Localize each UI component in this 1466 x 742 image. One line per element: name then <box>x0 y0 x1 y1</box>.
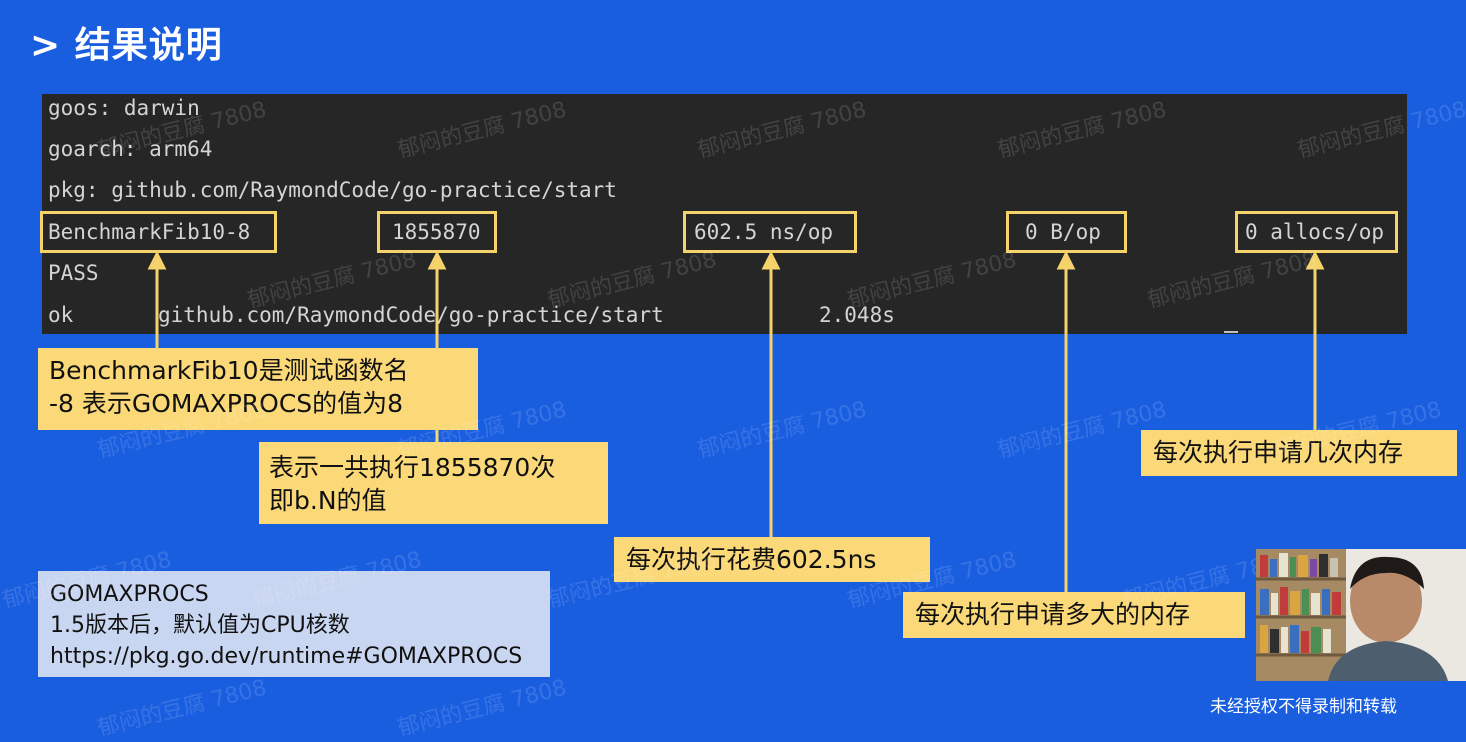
callout-name-line2: -8 表示GOMAXPROCS的值为8 <box>49 389 404 418</box>
callout-name-line1: BenchmarkFib10是测试函数名 <box>49 356 409 385</box>
callout-iterations: 表示一共执行1855870次 即b.N的值 <box>259 442 608 524</box>
callout-bytes-per-op: 每次执行申请多大的内存 <box>903 592 1245 638</box>
callout-allocs-per-op: 每次执行申请几次内存 <box>1141 430 1457 476</box>
copyright-notice: 未经授权不得录制和转载 <box>1210 697 1397 717</box>
info-url: https://pkg.go.dev/runtime#GOMAXPROCS <box>50 644 523 669</box>
info-heading: GOMAXPROCS <box>50 582 209 607</box>
webcam-illustration-icon <box>1256 549 1466 681</box>
gomaxprocs-info-box: GOMAXPROCS 1.5版本后，默认值为CPU核数 https://pkg.… <box>38 571 550 677</box>
info-default: 1.5版本后，默认值为CPU核数 <box>50 613 350 638</box>
callout-ns-per-op: 每次执行花费602.5ns <box>614 537 930 582</box>
callout-benchmark-name: BenchmarkFib10是测试函数名 -8 表示GOMAXPROCS的值为8 <box>38 348 478 430</box>
callout-iterations-line1: 表示一共执行1855870次 <box>269 453 556 482</box>
webcam-inset <box>1256 549 1466 681</box>
callout-iterations-line2: 即b.N的值 <box>269 486 387 515</box>
